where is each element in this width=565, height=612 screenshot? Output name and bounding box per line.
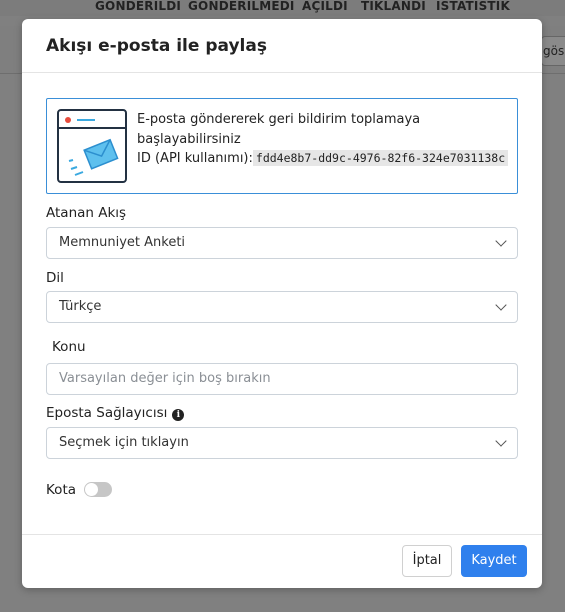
- email-provider-value: Seçmek için tıklayın: [59, 435, 189, 450]
- chevron-down-icon: [495, 435, 507, 447]
- modal-header: Akışı e-posta ile paylaş: [22, 19, 542, 73]
- subject-placeholder: Varsayılan değer için boş bırakın: [59, 371, 271, 386]
- tab-opened[interactable]: AÇILDI: [302, 0, 348, 13]
- chevron-down-icon: [495, 235, 507, 247]
- background-show-button[interactable]: gös: [541, 36, 565, 66]
- info-icon[interactable]: i: [172, 409, 185, 421]
- quota-label: Kota: [46, 482, 77, 498]
- language-select[interactable]: Türkçe: [46, 291, 518, 323]
- assigned-flow-select[interactable]: Memnuniyet Anketi: [46, 227, 518, 259]
- window-bar-icon: [59, 127, 125, 129]
- email-provider-label-row: Eposta Sağlayıcısı i: [46, 405, 185, 421]
- modal-title: Akışı e-posta ile paylaş: [46, 36, 267, 56]
- share-email-modal: Akışı e-posta ile paylaş E-posta göndere…: [22, 19, 542, 588]
- modal-footer: İptal Kaydet: [22, 534, 542, 588]
- cancel-button[interactable]: İptal: [402, 545, 452, 577]
- api-id-label: ID (API kullanımı):: [137, 151, 253, 166]
- email-provider-label: Eposta Sağlayıcısı: [46, 405, 168, 421]
- api-id-row: ID (API kullanımı): fdd4e8b7-dd9c-4976-82…: [137, 149, 513, 169]
- info-box: E-posta göndererek geri bildirim toplama…: [46, 98, 518, 194]
- tab-not-sent[interactable]: GÖNDERİLMEDİ: [188, 0, 295, 13]
- language-value: Türkçe: [59, 299, 102, 314]
- quota-toggle[interactable]: [84, 482, 112, 497]
- email-provider-select[interactable]: Seçmek için tıklayın: [46, 427, 518, 459]
- tab-clicked[interactable]: TIKLANDI: [361, 0, 426, 13]
- toggle-knob: [85, 483, 98, 496]
- language-label: Dil: [46, 270, 64, 286]
- window-line-icon: [77, 119, 95, 121]
- email-illustration-icon: [57, 109, 127, 183]
- envelope-icon: [68, 138, 119, 176]
- assigned-flow-label: Atanan Akış: [46, 205, 127, 221]
- info-description: E-posta göndererek geri bildirim toplama…: [137, 112, 421, 147]
- subject-input[interactable]: Varsayılan değer için boş bırakın: [46, 363, 518, 395]
- window-dot-icon: [65, 117, 71, 123]
- tab-statistics[interactable]: İSTATİSTİK: [436, 0, 510, 13]
- tab-sent[interactable]: GÖNDERİLDİ: [95, 0, 181, 13]
- subject-label: Konu: [52, 339, 86, 355]
- chevron-down-icon: [495, 299, 507, 311]
- info-text: E-posta göndererek geri bildirim toplama…: [137, 110, 513, 169]
- background-tab-bar: GÖNDERİLDİ GÖNDERİLMEDİ AÇILDI TIKLANDI …: [0, 0, 565, 16]
- save-button[interactable]: Kaydet: [461, 545, 527, 577]
- assigned-flow-value: Memnuniyet Anketi: [59, 235, 186, 250]
- api-id-value: fdd4e8b7-dd9c-4976-82f6-324e7031138c: [252, 150, 509, 166]
